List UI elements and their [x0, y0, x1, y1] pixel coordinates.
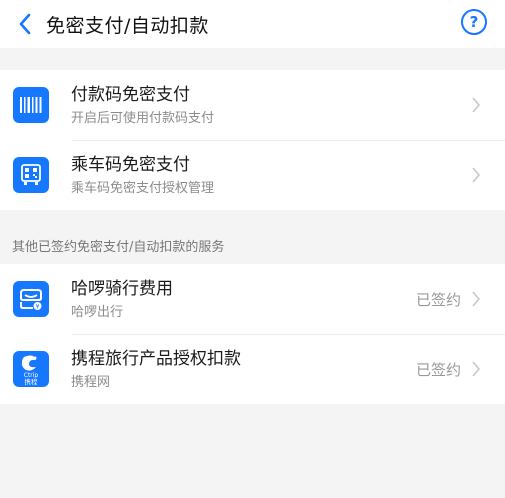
item-subtitle: 乘车码免密支付授权管理 — [71, 180, 215, 196]
chevron-right-icon — [471, 289, 485, 309]
bus-qr-icon — [13, 157, 49, 193]
svg-text:¥: ¥ — [36, 304, 40, 311]
ctrip-icon-chinese: 携程 — [25, 377, 39, 386]
item-text: 付款码免密支付 开启后可使用付款码支付 — [71, 84, 471, 127]
signed-services-list: ¥ 哈啰骑行费用 哈啰出行 已签约 Ctrip 携程 携程旅行产品授权扣款 携程… — [0, 264, 505, 404]
list-item-ctrip[interactable]: Ctrip 携程 携程旅行产品授权扣款 携程网 已签约 — [0, 334, 505, 404]
barcode-icon — [13, 87, 49, 123]
status-badge: 已签约 — [415, 290, 461, 309]
question-icon: ? — [469, 13, 479, 31]
help-button[interactable]: ? — [461, 9, 487, 35]
list-item-hello-bike[interactable]: ¥ 哈啰骑行费用 哈啰出行 已签约 — [0, 264, 505, 334]
item-text: 乘车码免密支付 乘车码免密支付授权管理 — [71, 154, 471, 197]
spacer — [0, 48, 505, 70]
ctrip-icon: Ctrip 携程 — [13, 351, 49, 387]
navigation-bar: 免密支付/自动扣款 ? — [0, 0, 505, 48]
primary-settings-list: 付款码免密支付 开启后可使用付款码支付 乘车码免密支付 乘车码免密支付授权管理 — [0, 70, 505, 210]
section-header: 其他已签约免密支付/自动扣款的服务 — [0, 226, 505, 264]
chevron-left-icon — [19, 13, 31, 35]
list-item-transit-code[interactable]: 乘车码免密支付 乘车码免密支付授权管理 — [0, 140, 505, 210]
item-title: 携程旅行产品授权扣款 — [71, 348, 241, 369]
chevron-right-icon — [471, 359, 485, 379]
item-title: 乘车码免密支付 — [71, 154, 190, 175]
item-title: 哈啰骑行费用 — [71, 278, 173, 299]
item-title: 付款码免密支付 — [71, 84, 190, 105]
chevron-right-icon — [471, 95, 485, 115]
back-button[interactable] — [10, 0, 40, 48]
list-item-payment-code[interactable]: 付款码免密支付 开启后可使用付款码支付 — [0, 70, 505, 140]
item-subtitle: 携程网 — [71, 374, 111, 390]
item-text: 携程旅行产品授权扣款 携程网 — [71, 348, 416, 391]
item-subtitle: 哈啰出行 — [71, 304, 124, 320]
item-text: 哈啰骑行费用 哈啰出行 — [71, 278, 416, 321]
chevron-right-icon — [471, 165, 485, 185]
page-title: 免密支付/自动扣款 — [46, 14, 209, 37]
hello-bike-icon: ¥ — [13, 281, 49, 317]
item-subtitle: 开启后可使用付款码支付 — [71, 110, 215, 126]
status-badge: 已签约 — [415, 360, 461, 379]
